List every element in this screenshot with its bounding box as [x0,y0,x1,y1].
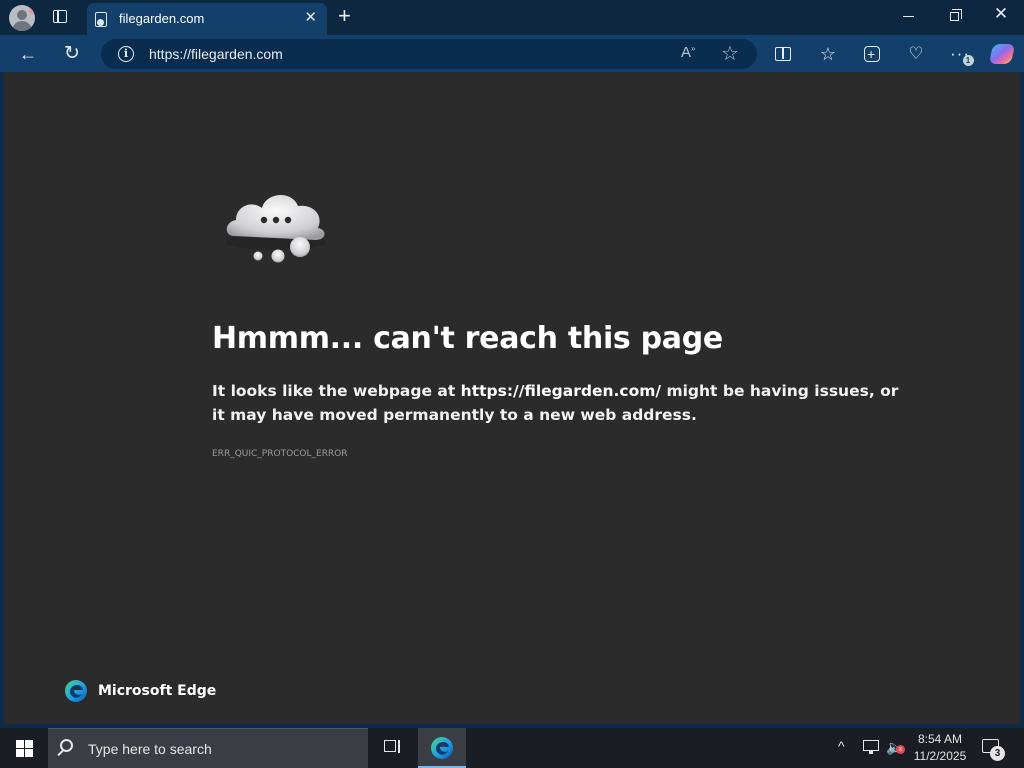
read-aloud-icon[interactable]: A» [681,44,695,61]
more-options-icon[interactable]: ··· 1 [947,41,974,67]
copilot-icon[interactable] [988,41,1016,67]
url-text[interactable]: https://filegarden.com [149,46,283,62]
error-message: It looks like the webpage at https://fil… [212,379,902,427]
show-hidden-icons-chevron-icon[interactable]: ^ [838,738,845,768]
browser-toolbar: ← ↻ i https://filegarden.com A» ☆ ☆ ♡ ··… [0,35,1024,72]
notification-center-icon[interactable]: 3 [982,738,1005,761]
site-info-icon[interactable]: i [118,46,134,62]
minimize-button[interactable] [886,6,932,28]
browser-essentials-icon[interactable]: ♡ [903,41,929,67]
address-bar[interactable]: i https://filegarden.com A» ☆ [101,39,757,69]
new-tab-icon[interactable]: + [338,3,351,29]
error-heading: Hmmm... can't reach this page [212,321,723,356]
restore-button[interactable] [932,6,978,28]
error-code: ERR_QUIC_PROTOCOL_ERROR [212,449,348,459]
windows-start-icon[interactable] [0,728,48,768]
taskbar: Type here to search ^ 🔈 x 8:54 AM 11/2/2… [0,728,1024,768]
tab-actions-icon[interactable] [47,6,73,28]
error-page: Hmmm... can't reach this page It looks l… [4,72,1020,724]
tab-filegarden[interactable]: filegarden.com ✕ [87,3,327,35]
clock-date: 11/2/2025 [913,749,967,763]
message-url: https://filegarden.com/ [460,382,662,400]
tab-close-icon[interactable]: ✕ [304,8,317,26]
tab-title: filegarden.com [119,11,205,26]
volume-muted-icon[interactable]: 🔈 x [886,739,905,768]
tab-strip: filegarden.com ✕ + ✕ [0,0,1024,35]
edge-logo-icon [65,680,87,702]
collections-icon[interactable] [859,41,885,67]
system-clock[interactable]: 8:54 AM 11/2/2025 [908,731,972,768]
task-view-icon[interactable] [372,728,412,768]
clock-time: 8:54 AM [917,732,963,746]
back-arrow-icon[interactable]: ← [15,41,41,67]
edge-logo-icon [431,737,453,759]
network-icon[interactable] [862,740,880,754]
add-favorite-icon[interactable]: ☆ [721,41,739,66]
search-placeholder: Type here to search [88,741,212,757]
brand-name: Microsoft Edge [98,683,217,699]
profile-avatar-icon[interactable] [9,5,35,31]
cloud-error-icon [226,194,326,263]
favorites-icon[interactable]: ☆ [815,41,841,67]
search-icon [60,739,73,752]
taskbar-search-box[interactable]: Type here to search [48,728,368,768]
message-prefix: It looks like the webpage at [212,382,461,400]
refresh-icon[interactable]: ↻ [59,41,85,67]
split-screen-icon[interactable] [770,41,796,67]
notification-count: 3 [990,746,1005,761]
update-badge: 1 [963,55,974,66]
taskbar-edge-button[interactable] [418,728,466,768]
document-globe-icon [95,12,107,27]
close-window-button[interactable]: ✕ [978,4,1024,26]
